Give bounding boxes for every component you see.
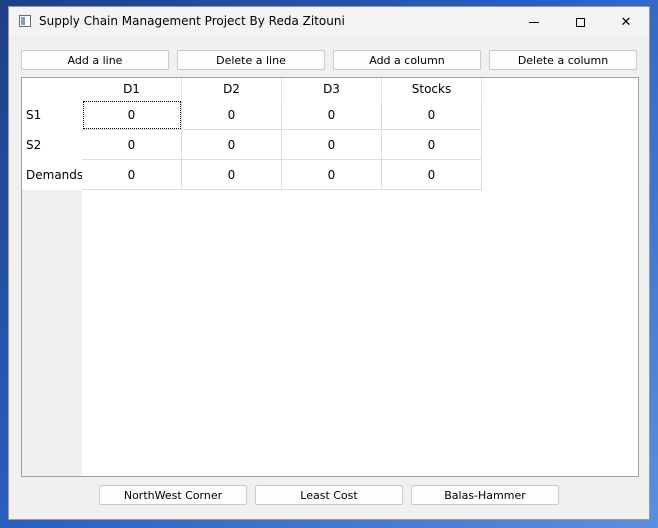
row-header-s1[interactable]: S1 bbox=[22, 100, 82, 130]
table-corner[interactable] bbox=[22, 78, 82, 100]
table-cell[interactable]: 0 bbox=[282, 160, 382, 190]
minimize-button[interactable] bbox=[511, 7, 557, 37]
table-cell[interactable]: 0 bbox=[382, 130, 482, 160]
delete-column-button[interactable]: Delete a column bbox=[489, 50, 637, 70]
table-cell[interactable]: 0 bbox=[82, 100, 182, 130]
table-cell[interactable]: 0 bbox=[182, 160, 282, 190]
maximize-button[interactable] bbox=[557, 7, 603, 37]
table-cell[interactable]: 0 bbox=[382, 100, 482, 130]
add-line-button[interactable]: Add a line bbox=[21, 50, 169, 70]
table-cell[interactable]: 0 bbox=[282, 100, 382, 130]
table-cell[interactable]: 0 bbox=[182, 100, 282, 130]
row-header-s2[interactable]: S2 bbox=[22, 130, 82, 160]
add-column-button[interactable]: Add a column bbox=[333, 50, 481, 70]
column-header-d2[interactable]: D2 bbox=[182, 78, 282, 100]
row-header-demands[interactable]: Demands bbox=[22, 160, 83, 190]
close-button[interactable]: ✕ bbox=[603, 7, 649, 37]
table-cell[interactable]: 0 bbox=[82, 130, 182, 160]
column-header-d1[interactable]: D1 bbox=[82, 78, 182, 100]
app-icon bbox=[19, 15, 31, 27]
least-cost-button[interactable]: Least Cost bbox=[255, 485, 403, 505]
data-table[interactable]: D1 D2 D3 Stocks S1 S2 Demands 0 0 0 0 0 … bbox=[21, 77, 639, 477]
maximize-icon bbox=[575, 17, 585, 27]
northwest-corner-button[interactable]: NorthWest Corner bbox=[99, 485, 247, 505]
app-window: Supply Chain Management Project By Reda … bbox=[8, 6, 650, 520]
column-header-stocks[interactable]: Stocks bbox=[382, 78, 482, 100]
close-icon: ✕ bbox=[620, 14, 632, 30]
minimize-icon bbox=[529, 21, 539, 23]
table-cell[interactable]: 0 bbox=[82, 160, 182, 190]
balas-hammer-button[interactable]: Balas-Hammer bbox=[411, 485, 559, 505]
delete-line-button[interactable]: Delete a line bbox=[177, 50, 325, 70]
column-header-d3[interactable]: D3 bbox=[282, 78, 382, 100]
table-cell[interactable]: 0 bbox=[282, 130, 382, 160]
window-title: Supply Chain Management Project By Reda … bbox=[39, 14, 345, 28]
title-bar[interactable]: Supply Chain Management Project By Reda … bbox=[9, 7, 649, 37]
table-cell[interactable]: 0 bbox=[382, 160, 482, 190]
table-cell[interactable]: 0 bbox=[182, 130, 282, 160]
